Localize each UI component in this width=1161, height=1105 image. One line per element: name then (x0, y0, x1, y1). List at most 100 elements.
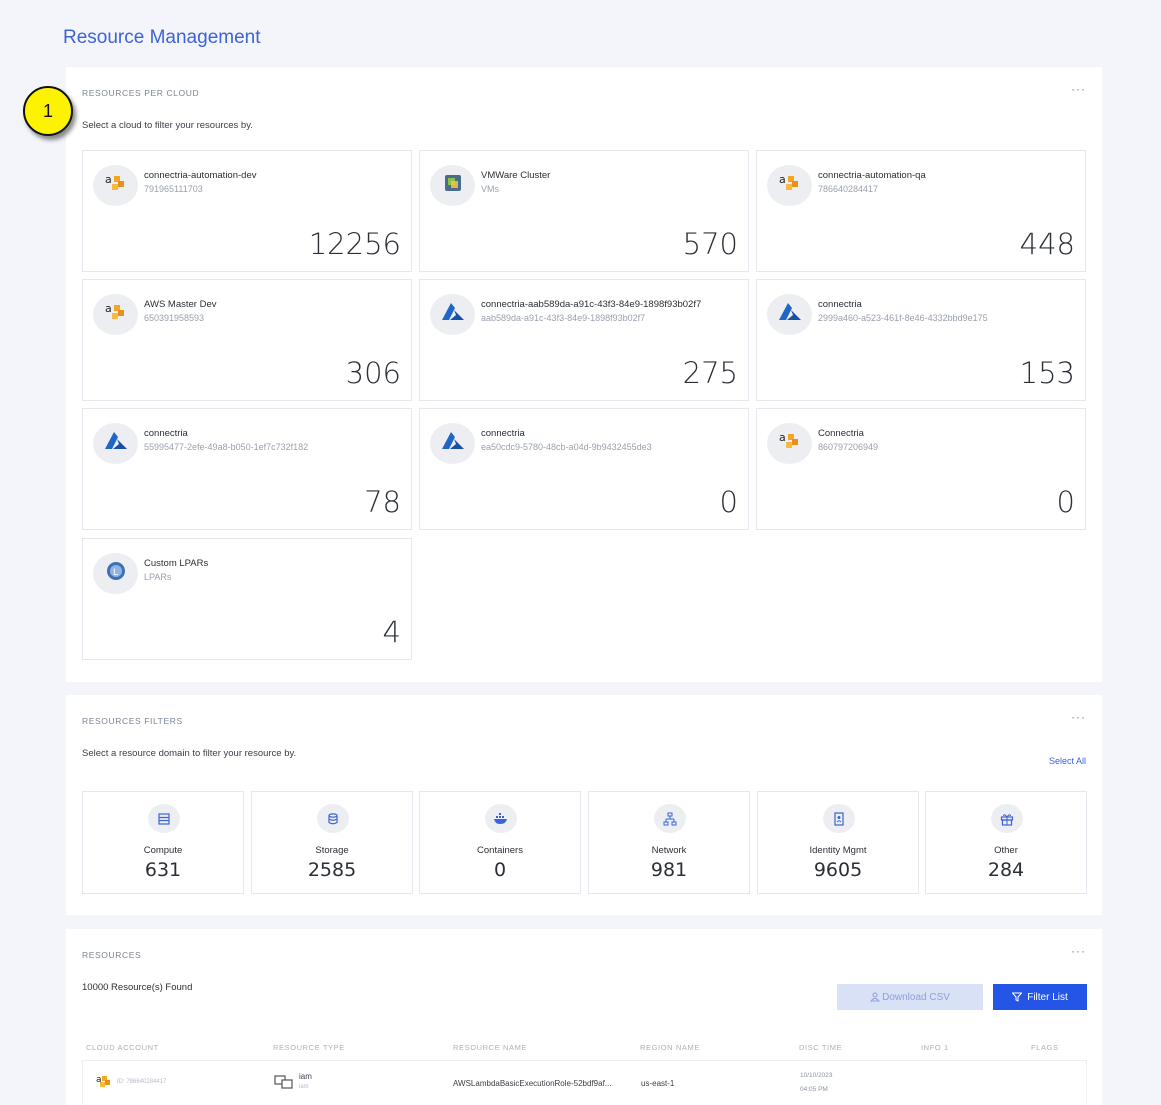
cloud-logo: a (93, 294, 138, 335)
panel-title: RESOURCES FILTERS (82, 716, 183, 726)
domain-card[interactable]: Storage 2585 (251, 791, 413, 894)
storage-icon (317, 804, 349, 833)
more-options-icon[interactable]: ··· (1071, 944, 1086, 958)
cloud-card[interactable]: connectria-aab589da-a91c-43f3-84e9-1898f… (419, 279, 749, 401)
panel-subtitle: Select a cloud to filter your resources … (82, 120, 253, 131)
svg-text:a: a (105, 302, 112, 315)
column-header-cloud-account[interactable]: CLOUD ACCOUNT (86, 1043, 159, 1052)
domain-count: 2585 (307, 859, 357, 881)
resource-count: 0 (1056, 485, 1075, 519)
filter-list-button[interactable]: Filter List (993, 984, 1087, 1010)
panel-subtitle: Select a resource domain to filter your … (82, 748, 297, 759)
domain-count: 631 (144, 859, 182, 881)
cloud-card[interactable]: connectria ea50cdc9-5780-48cb-a04d-9b9432… (419, 408, 749, 530)
domain-label: Network (651, 845, 687, 856)
cloud-card[interactable]: L Custom LPARs LPARs 4 (82, 538, 412, 660)
aws-icon: a (105, 172, 127, 199)
cloud-account-name: connectria (481, 428, 525, 439)
domain-card[interactable]: Identity Mgmt 9605 (757, 791, 919, 894)
aws-icon: a (105, 301, 127, 328)
cloud-card[interactable]: connectria 2999a460-a523-461f-8e46-4332bb… (756, 279, 1086, 401)
domain-label: Other (994, 845, 1018, 856)
cloud-account-id: VMs (481, 184, 499, 194)
cloud-logo: L (93, 553, 138, 594)
download-csv-button[interactable]: Download CSV (837, 984, 983, 1010)
cloud-card[interactable]: a connectria-automation-qa 786640284417 448 (756, 150, 1086, 272)
download-csv-label: Download CSV (882, 991, 950, 1003)
azure-icon (778, 302, 802, 327)
cloud-logo (430, 165, 475, 206)
filter-list-label: Filter List (1027, 991, 1068, 1003)
cloud-card[interactable]: a AWS Master Dev 650391958593 306 (82, 279, 412, 401)
resources-per-cloud-panel: RESOURCES PER CLOUD ··· Select a cloud t… (66, 67, 1102, 682)
compute-icon (148, 804, 180, 833)
domain-card[interactable]: Compute 631 (82, 791, 244, 894)
aws-icon: a (779, 430, 801, 457)
network-icon (654, 804, 686, 833)
domain-card[interactable]: Network 981 (588, 791, 750, 894)
domain-count: 981 (650, 859, 688, 881)
cloud-logo (767, 294, 812, 335)
cloud-logo: a (767, 423, 812, 464)
resource-count: 78 (364, 485, 401, 519)
resource-count: 12256 (308, 227, 401, 261)
cloud-card[interactable]: connectria 55995477-2efe-49a8-b050-1ef7c7… (82, 408, 412, 530)
cloud-logo: a (93, 165, 138, 206)
more-options-icon[interactable]: ··· (1071, 82, 1086, 96)
domain-label: Containers (477, 845, 523, 856)
region-name: us-east-1 (641, 1079, 675, 1088)
disc-date: 10/10/2023 (800, 1072, 833, 1079)
aws-icon: a (96, 1073, 112, 1094)
cloud-account-id: 786640284417 (818, 184, 879, 194)
vmware-icon (443, 173, 463, 198)
cloud-account-id: aab589da-a91c-43f3-84e9-1898f93b02f7 (481, 313, 646, 323)
cloud-account-id: ea50cdc9-5780-48cb-a04d-9b9432455de3 (481, 442, 652, 452)
resource-type-sub: iam (299, 1084, 309, 1090)
resource-count: 448 (1019, 227, 1075, 261)
cloud-account-name: connectria-aab589da-a91c-43f3-84e9-1898f… (481, 299, 702, 310)
resources-found-count: 10000 Resource(s) Found (82, 982, 193, 993)
cloud-account-id: 860797206949 (818, 442, 879, 452)
column-header-info-1[interactable]: INFO 1 (921, 1043, 949, 1052)
resource-count: 153 (1019, 356, 1075, 390)
domain-count: 9605 (813, 859, 863, 881)
user-download-icon (870, 992, 881, 1002)
svg-text:L: L (113, 568, 118, 578)
cloud-logo (430, 423, 475, 464)
account-id: ID: 786640284417 (117, 1079, 167, 1085)
domain-card[interactable]: Other 284 (925, 791, 1087, 894)
cloud-account-name: AWS Master Dev (144, 299, 217, 310)
iam-type-icon (274, 1074, 294, 1095)
cloud-logo (93, 423, 138, 464)
cloud-card[interactable]: a Connectria 860797206949 0 (756, 408, 1086, 530)
azure-icon (104, 431, 128, 456)
column-header-disc-time[interactable]: DISC TIME (799, 1043, 842, 1052)
column-header-region-name[interactable]: REGION NAME (640, 1043, 700, 1052)
domain-card[interactable]: Containers 0 (419, 791, 581, 894)
domain-label: Storage (315, 845, 349, 856)
domain-label: Compute (143, 845, 183, 856)
resource-count: 0 (719, 485, 738, 519)
column-header-flags[interactable]: FLAGS (1031, 1043, 1059, 1052)
table-row[interactable]: a ID: 786640284417 iam iam AWSLambdaBasi… (82, 1060, 1087, 1105)
column-header-resource-type[interactable]: RESOURCE TYPE (273, 1043, 345, 1052)
disc-time: 04:05 PM (800, 1086, 828, 1093)
cloud-account-id: 55995477-2efe-49a8-b050-1ef7c732f182 (144, 442, 309, 452)
cloud-logo: a (767, 165, 812, 206)
lpar-icon: L (105, 560, 127, 587)
cloud-logo (430, 294, 475, 335)
resource-count: 570 (682, 227, 738, 261)
more-options-icon[interactable]: ··· (1071, 710, 1086, 724)
resource-count: 275 (682, 356, 738, 390)
svg-text:a: a (779, 173, 786, 186)
select-all-link[interactable]: Select All (1049, 756, 1086, 766)
cloud-account-id: 791965111703 (144, 184, 203, 194)
svg-text:a: a (779, 431, 786, 444)
containers-icon (485, 804, 517, 833)
column-header-resource-name[interactable]: RESOURCE NAME (453, 1043, 527, 1052)
cloud-card[interactable]: VMWare Cluster VMs 570 (419, 150, 749, 272)
identity-icon (823, 804, 855, 833)
panel-title: RESOURCES (82, 950, 142, 960)
cloud-card[interactable]: a connectria-automation-dev 791965111703 12… (82, 150, 412, 272)
step-marker: 1 (23, 86, 73, 136)
